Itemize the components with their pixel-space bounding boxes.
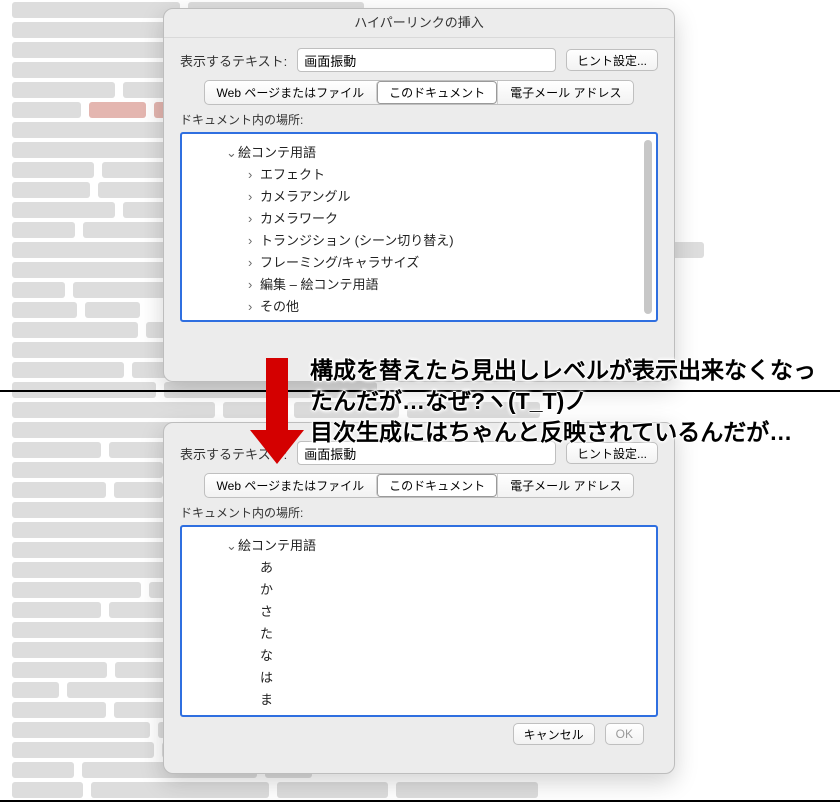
caret-icon: ⌄ [226, 145, 236, 161]
tab-web[interactable]: Web ページまたはファイル [205, 474, 377, 497]
caret-icon: › [248, 277, 258, 292]
spacer [248, 670, 258, 685]
tab-web[interactable]: Web ページまたはファイル [205, 81, 377, 104]
display-text-input[interactable] [297, 48, 556, 72]
link-type-segmented[interactable]: Web ページまたはファイル このドキュメント 電子メール アドレス [204, 473, 635, 498]
tree-item[interactable]: さ [188, 599, 652, 621]
cancel-button[interactable]: キャンセル [513, 723, 595, 745]
hyperlink-dialog-after: 表示するテキスト: ヒント設定... Web ページまたはファイル このドキュメ… [163, 422, 675, 774]
dialog-footer: キャンセル OK [180, 717, 658, 757]
caret-icon: › [248, 211, 258, 226]
location-tree[interactable]: ⌄絵コンテ用語 あ か さ た な は ま や [180, 525, 658, 717]
link-type-segmented[interactable]: Web ページまたはファイル このドキュメント 電子メール アドレス [204, 80, 635, 105]
tree-item[interactable]: ›編集 – 絵コンテ用語 [188, 272, 652, 294]
caret-icon: › [248, 299, 258, 314]
caret-icon: ⌄ [226, 538, 236, 554]
spacer [248, 560, 258, 575]
tree-item[interactable]: た [188, 621, 652, 643]
spacer [248, 604, 258, 619]
tree-item[interactable]: ›カメラアングル [188, 184, 652, 206]
spacer [248, 692, 258, 707]
spacer [248, 648, 258, 663]
tree-item[interactable]: ま [188, 687, 652, 709]
hyperlink-dialog-before: ハイパーリンクの挿入 表示するテキスト: ヒント設定... Web ページまたは… [163, 8, 675, 382]
tree-item[interactable]: ›その他 [188, 294, 652, 314]
location-label: ドキュメント内の場所: [180, 504, 658, 521]
annotation-text: 構成を替えたら見出しレベルが表示出来なくなったんだが…なぜ?ヽ(T_T)ノ目次生… [310, 355, 830, 448]
dialog-title: ハイパーリンクの挿入 [164, 9, 674, 38]
tree-item[interactable]: ⌄絵コンテ用語 [188, 140, 652, 162]
tree-item[interactable]: ›トランジション (シーン切り替え) [188, 228, 652, 250]
tab-email[interactable]: 電子メール アドレス [497, 81, 633, 104]
screenshot-stage: (function(){ var host=document.currentSc… [0, 0, 840, 802]
location-label: ドキュメント内の場所: [180, 111, 658, 128]
tab-this-document[interactable]: このドキュメント [376, 474, 497, 497]
hint-settings-button[interactable]: ヒント設定... [566, 49, 658, 71]
tree-item[interactable]: あ [188, 555, 652, 577]
caret-icon: › [248, 255, 258, 270]
ok-button[interactable]: OK [605, 723, 644, 745]
tree-item[interactable]: ⌄絵コンテ用語 [188, 533, 652, 555]
caret-icon: › [248, 167, 258, 182]
caret-icon: › [248, 233, 258, 248]
tree-item[interactable]: か [188, 577, 652, 599]
location-tree[interactable]: ⌄絵コンテ用語›エフェクト›カメラアングル›カメラワーク›トランジション (シー… [180, 132, 658, 322]
tree-item[interactable]: は [188, 665, 652, 687]
tree-item[interactable]: ›カメラワーク [188, 206, 652, 228]
tree-item[interactable]: ›フレーミング/キャラサイズ [188, 250, 652, 272]
display-text-label: 表示するテキスト: [180, 444, 287, 463]
spacer [248, 582, 258, 597]
tree-item[interactable]: ›エフェクト [188, 162, 652, 184]
tab-email[interactable]: 電子メール アドレス [497, 474, 633, 497]
tab-this-document[interactable]: このドキュメント [376, 81, 497, 104]
spacer [248, 626, 258, 641]
caret-icon: › [248, 189, 258, 204]
tree-item[interactable]: な [188, 643, 652, 665]
display-text-label: 表示するテキスト: [180, 51, 287, 70]
tree-scrollbar[interactable] [644, 140, 652, 314]
